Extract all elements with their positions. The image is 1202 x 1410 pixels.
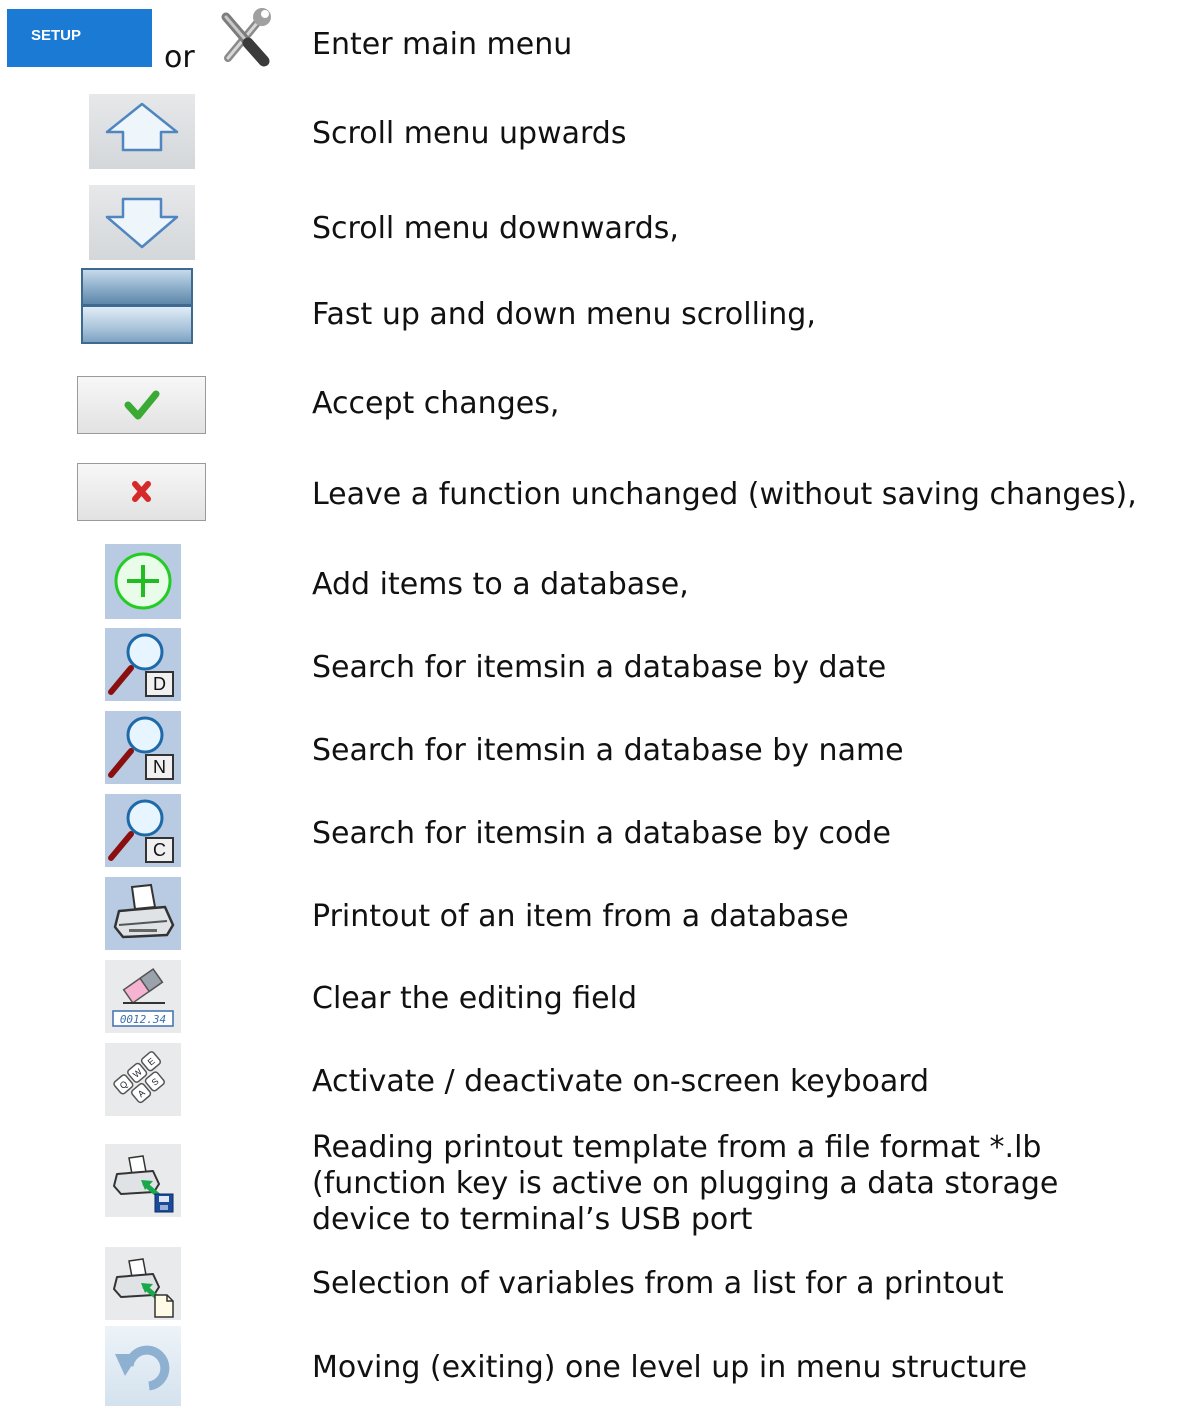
description-text: Add items to a database, [312, 567, 689, 602]
legend-row-select-variables: Selection of variables from a list for a… [0, 1244, 1202, 1320]
description-text: Search for itemsin a database by date [312, 650, 887, 685]
or-label: or [164, 40, 195, 75]
legend-row-fast-scroll: Fast up and down menu scrolling, [0, 268, 1202, 348]
legend-row-leave-unchanged: Leave a function unchanged (without savi… [0, 457, 1202, 527]
read-template-button[interactable] [105, 1144, 181, 1217]
arrow-down-icon [105, 197, 179, 249]
setup-button-label: SETUP [31, 27, 82, 44]
eraser-icon: 0012.34 [112, 968, 174, 1027]
legend-row-search-name: N Search for itemsin a database by name [0, 711, 1202, 787]
description-text: Scroll menu downwards, [312, 211, 679, 246]
back-arrow-icon [115, 1345, 170, 1391]
description-text: Accept changes, [312, 386, 560, 421]
scroll-bar-icon[interactable] [81, 268, 193, 344]
legend-row-accept: Accept changes, [0, 370, 1202, 440]
legend-row-scroll-up: Scroll menu upwards [0, 92, 1202, 172]
printer-icon [113, 883, 175, 939]
search-code-button[interactable]: C [105, 794, 181, 867]
display-digits: 0012.34 [120, 1013, 166, 1026]
description-text: Scroll menu upwards [312, 116, 627, 151]
description-text: Leave a function unchanged (without savi… [312, 477, 1137, 512]
clear-field-button[interactable]: 0012.34 [105, 960, 181, 1033]
keyboard-icon: Q W E A S [113, 1051, 165, 1104]
checkmark-icon [124, 390, 160, 420]
search-name-icon: N [108, 716, 174, 780]
back-button[interactable] [105, 1326, 181, 1406]
search-date-icon: D [108, 633, 174, 697]
legend-row-search-date: D Search for itemsin a database by date [0, 628, 1202, 704]
description-text: Fast up and down menu scrolling, [312, 297, 816, 332]
description-text: Activate / deactivate on-screen keyboard [312, 1064, 930, 1099]
description-line: (function key is active on plugging a da… [312, 1166, 1059, 1201]
select-variables-button[interactable] [105, 1247, 181, 1320]
printer-from-file-icon [113, 1155, 174, 1213]
description-text: Enter main menu [312, 27, 573, 62]
legend-row-scroll-down: Scroll menu downwards, [0, 183, 1202, 263]
tools-icon[interactable] [216, 3, 274, 71]
cross-icon [132, 481, 151, 502]
printer-variables-icon [113, 1258, 174, 1318]
add-item-button[interactable] [105, 544, 181, 619]
legend-row-enter-menu: SETUP or Enter main menu [0, 0, 1202, 90]
legend-row-clear-field: 0012.34 Clear the editing field [0, 960, 1202, 1036]
description-text: Selection of variables from a list for a… [312, 1266, 1004, 1301]
arrow-down-button[interactable] [89, 185, 195, 260]
description-text: Moving (exiting) one level up in menu st… [312, 1350, 1028, 1385]
add-item-icon [114, 552, 172, 610]
legend-row-level-up: Moving (exiting) one level up in menu st… [0, 1326, 1202, 1406]
search-date-button[interactable]: D [105, 628, 181, 701]
arrow-up-icon [105, 102, 179, 152]
legend-row-add-items: Add items to a database, [0, 542, 1202, 622]
search-badge-d: D [153, 674, 166, 694]
description-text: Search for itemsin a database by name [312, 733, 904, 768]
keyboard-button[interactable]: Q W E A S [105, 1043, 181, 1116]
legend-row-keyboard: Q W E A S Activate / deactivate on-scree… [0, 1043, 1202, 1119]
search-name-button[interactable]: N [105, 711, 181, 784]
description-line: Reading printout template from a file fo… [312, 1130, 1042, 1165]
arrow-up-button[interactable] [89, 94, 195, 169]
legend-row-printout: Printout of an item from a database [0, 877, 1202, 953]
description-text: Printout of an item from a database [312, 899, 849, 934]
legend-row-search-code: C Search for itemsin a database by code [0, 794, 1202, 870]
cancel-button[interactable] [77, 463, 206, 521]
legend-row-read-template: Reading printout template from a file fo… [0, 1130, 1202, 1240]
search-badge-n: N [153, 757, 166, 777]
accept-button[interactable] [77, 376, 206, 434]
search-badge-c: C [153, 840, 166, 860]
setup-button[interactable]: SETUP [7, 9, 152, 67]
search-code-icon: C [108, 799, 174, 863]
description-line: device to terminal’s USB port [312, 1202, 753, 1237]
description-text: Search for itemsin a database by code [312, 816, 891, 851]
print-button[interactable] [105, 877, 181, 950]
description-text: Clear the editing field [312, 981, 638, 1016]
